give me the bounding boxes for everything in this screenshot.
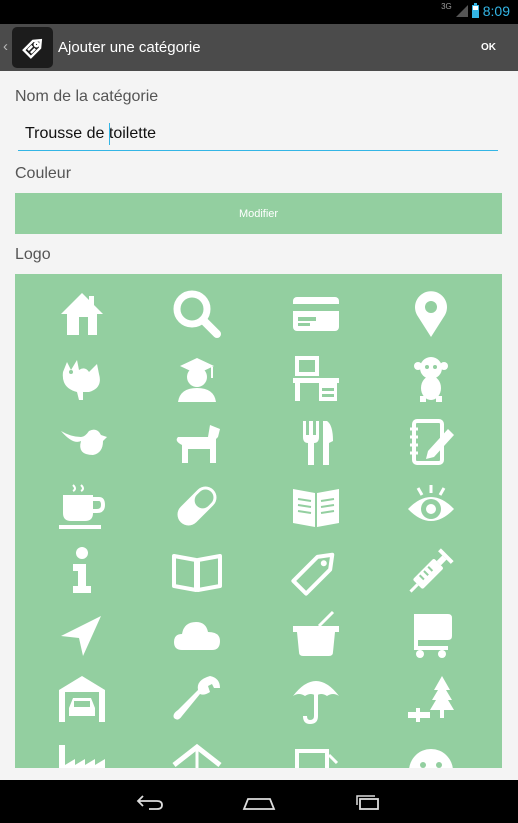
tag-outline-icon[interactable] <box>286 541 346 601</box>
dog-icon[interactable] <box>167 412 227 472</box>
map-pin-icon[interactable] <box>401 284 461 344</box>
color-label: Couleur <box>15 165 72 182</box>
notebook-pencil-icon[interactable] <box>401 412 461 472</box>
status-bar: 3G 8:09 <box>0 0 518 24</box>
network-type-label: 3G <box>441 1 452 11</box>
category-name-input[interactable]: Trousse de toilette <box>18 121 498 151</box>
coffee-cup-icon[interactable] <box>52 476 112 536</box>
name-label: Nom de la catégorie <box>15 88 159 105</box>
saw-tree-icon[interactable] <box>401 669 461 729</box>
action-bar: ‹ Ajouter une catégorie OK <box>0 24 518 71</box>
eye-icon[interactable] <box>401 476 461 536</box>
credit-card-icon[interactable] <box>286 284 346 344</box>
fork-knife-icon[interactable] <box>286 412 346 472</box>
pill-icon[interactable] <box>167 476 227 536</box>
signal-icon <box>455 5 468 17</box>
back-icon[interactable] <box>130 788 170 816</box>
home-icon[interactable] <box>239 788 279 816</box>
screen-title: Ajouter une catégorie <box>58 39 201 56</box>
logo-grid[interactable] <box>15 274 502 768</box>
rooster-icon[interactable] <box>52 349 112 409</box>
open-book-icon[interactable] <box>286 476 346 536</box>
navigation-arrow-icon[interactable] <box>52 605 112 665</box>
screen-icon[interactable] <box>286 732 346 768</box>
info-icon[interactable] <box>52 541 112 601</box>
tag-icon[interactable] <box>12 27 53 68</box>
clock: 8:09 <box>482 3 510 19</box>
navigation-bar <box>0 780 518 823</box>
tent-icon[interactable] <box>167 732 227 768</box>
ok-button[interactable]: OK <box>481 42 496 53</box>
wrench-icon[interactable] <box>167 669 227 729</box>
desk-icon[interactable] <box>286 349 346 409</box>
umbrella-icon[interactable] <box>286 669 346 729</box>
modify-color-button[interactable]: Modifier <box>15 193 502 234</box>
garage-car-icon[interactable] <box>52 669 112 729</box>
text-caret <box>109 123 110 145</box>
battery-icon <box>471 2 479 18</box>
cart-icon[interactable] <box>401 605 461 665</box>
syringe-icon[interactable] <box>401 541 461 601</box>
search-icon[interactable] <box>167 284 227 344</box>
cooking-pot-icon[interactable] <box>286 605 346 665</box>
logo-label: Logo <box>15 246 51 263</box>
book-outline-icon[interactable] <box>167 541 227 601</box>
category-name-value: Trousse de toilette <box>25 125 157 142</box>
up-chevron-icon[interactable]: ‹ <box>3 38 8 55</box>
bird-icon[interactable] <box>52 412 112 472</box>
factory-icon[interactable] <box>52 732 112 768</box>
monkey-icon[interactable] <box>401 349 461 409</box>
house-icon[interactable] <box>52 284 112 344</box>
status-indicators: 3G 8:09 <box>441 1 510 20</box>
content: Nom de la catégorie Trousse de toilette … <box>0 71 518 780</box>
cloud-icon[interactable] <box>167 605 227 665</box>
face-icon[interactable] <box>401 732 461 768</box>
graduate-icon[interactable] <box>167 349 227 409</box>
recent-apps-icon[interactable] <box>348 788 388 816</box>
